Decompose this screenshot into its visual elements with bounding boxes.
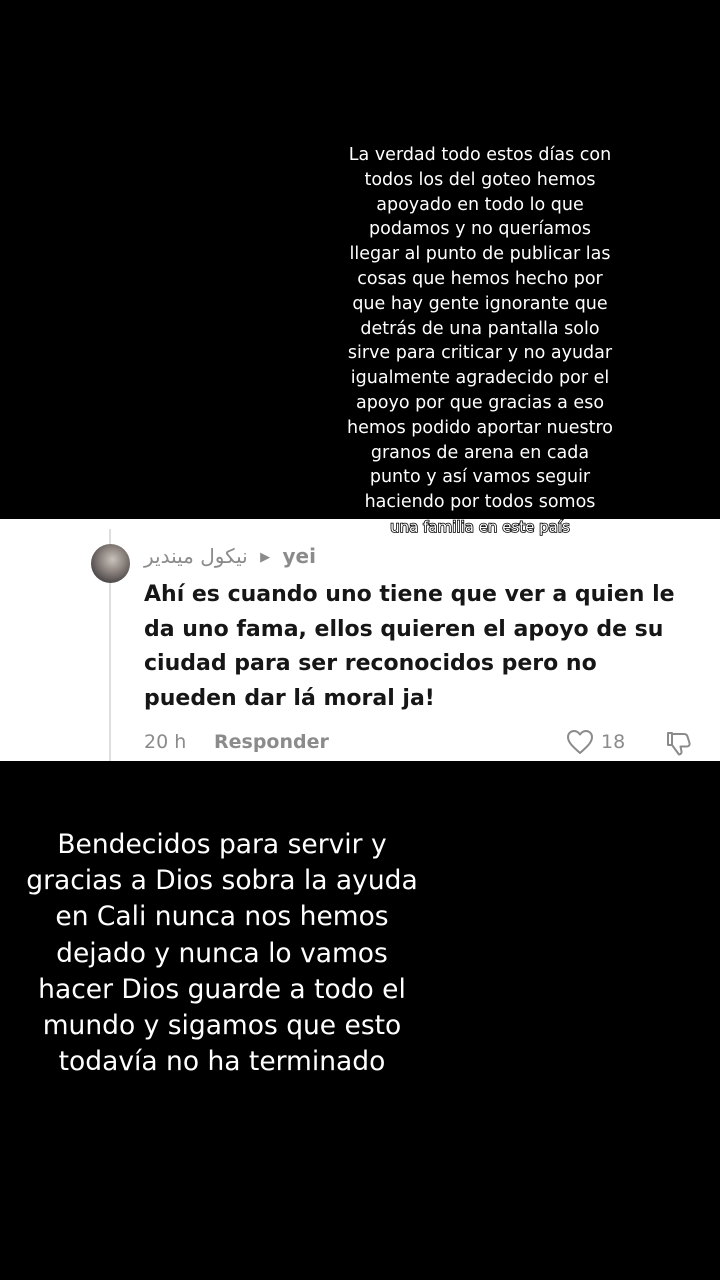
comment-author-name[interactable]: نيكول ميندير bbox=[144, 544, 248, 568]
dislike-icon[interactable] bbox=[664, 729, 692, 757]
caption-line: podamos y no queríamos bbox=[369, 219, 591, 240]
comment-time: 20 h bbox=[144, 731, 187, 753]
avatar[interactable] bbox=[91, 544, 130, 583]
caption-line: llegar al punto de publicar las bbox=[349, 244, 611, 265]
caption-line: cosas que hemos hecho por bbox=[357, 268, 603, 289]
caption-line: todavía no ha terminado bbox=[58, 1046, 386, 1078]
caption-line: detrás de una pantalla solo bbox=[360, 318, 600, 339]
caption-line: punto y así vamos seguir bbox=[369, 467, 591, 488]
caption-line: gracias a Dios sobra la ayuda bbox=[26, 865, 418, 897]
reply-arrow-icon: ▶ bbox=[260, 550, 271, 565]
heart-icon[interactable] bbox=[566, 729, 594, 755]
caption-line: haciendo por todos somos bbox=[364, 492, 596, 513]
bottom-caption: Bendecidos para servir y gracias a Dios … bbox=[20, 827, 424, 1080]
caption-line: granos de arena en cada bbox=[370, 442, 590, 463]
reply-to-username[interactable]: yei bbox=[282, 544, 315, 568]
comment-text-line: Ahí es cuando uno tiene que ver a quien … bbox=[144, 582, 675, 607]
comment-author-row: نيكول ميندير ▶ yei bbox=[144, 544, 316, 568]
caption-line: dejado y nunca lo vamos bbox=[56, 937, 388, 969]
comment-text: Ahí es cuando uno tiene que ver a quien … bbox=[144, 578, 704, 716]
comment-text-line: pueden dar lá moral ja! bbox=[144, 685, 435, 711]
caption-line: Bendecidos para servir y bbox=[57, 829, 387, 860]
caption-line: mundo y sigamos que esto bbox=[42, 1010, 402, 1042]
caption-highlight: una familia en este país bbox=[388, 517, 572, 536]
caption-line: que hay gente ignorante que bbox=[352, 293, 608, 314]
caption-line: sirve para criticar y no ayudar bbox=[347, 343, 613, 364]
reply-button[interactable]: Responder bbox=[214, 731, 329, 753]
comment-text-line: da uno fama, ellos quieren el apoyo de s… bbox=[144, 616, 664, 642]
comment-text-line: ciudad para ser reconocidos pero no bbox=[144, 651, 597, 676]
caption-line: igualmente agradecido por el bbox=[350, 368, 610, 389]
caption-line: La verdad todo estos días con bbox=[348, 145, 612, 165]
top-caption: La verdad todo estos días con todos los … bbox=[330, 143, 630, 540]
caption-line: hemos podido aportar nuestro bbox=[347, 417, 613, 438]
caption-line: en Cali nunca nos hemos bbox=[55, 901, 389, 933]
caption-line: apoyado en todo lo que bbox=[376, 194, 584, 215]
like-count: 18 bbox=[601, 731, 626, 753]
caption-line: hacer Dios guarde a todo el bbox=[38, 973, 406, 1005]
caption-line: apoyo por que gracias a eso bbox=[355, 392, 605, 413]
caption-line: todos los del goteo hemos bbox=[364, 169, 596, 190]
